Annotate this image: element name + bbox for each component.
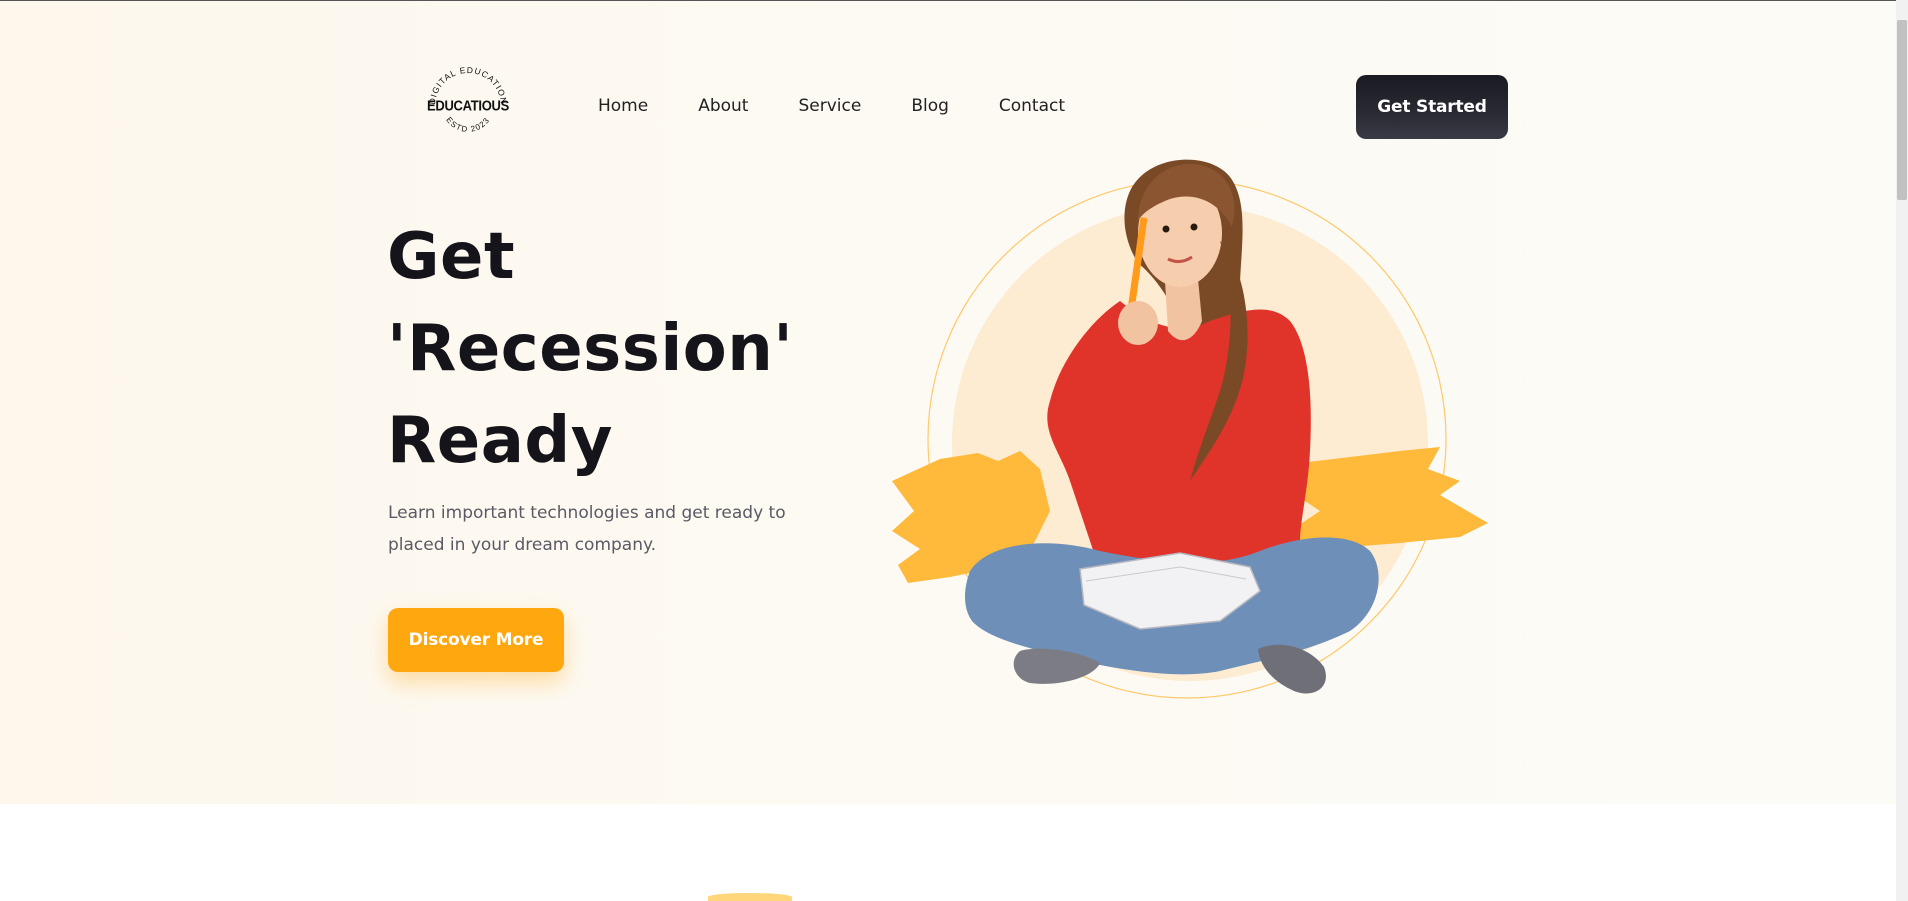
page-scrollbar[interactable] [1896,0,1908,901]
hero-headline-line-3: Ready [387,404,613,478]
scrollbar-thumb[interactable] [1897,20,1907,200]
logo-name: EDUCATIOUS [427,96,509,115]
hero-illustration-graphic [892,159,1488,699]
neck-shape [1165,279,1202,341]
left-eye-shape [1162,225,1170,233]
right-eye-shape [1190,223,1198,231]
hero-headline-line-2: 'Recession' [387,312,794,386]
student-with-notebook-illustration [880,151,1500,711]
nav-item-blog[interactable]: Blog [911,96,949,116]
logo-bottom-arc-text: ESTD 2023 [444,115,490,134]
hand-shape [1118,301,1158,345]
svg-text:ESTD 2023: ESTD 2023 [444,115,491,134]
hero-subtext: Learn important technologies and get rea… [388,503,786,555]
discover-more-button[interactable]: Discover More [388,608,564,672]
main-nav: Home About Service Blog Contact [598,96,1115,116]
get-started-button[interactable]: Get Started [1356,75,1508,139]
nav-item-service[interactable]: Service [798,96,861,116]
brush-stroke-right [1290,447,1488,551]
nav-item-contact[interactable]: Contact [999,96,1065,116]
site-logo[interactable]: DIGITAL EDUCATION ESTD 2023 EDUCATIOUS [423,61,513,151]
hero-headline-line-1: Get [387,220,516,294]
right-shoe-shape [1258,644,1326,694]
nav-item-about[interactable]: About [698,96,748,116]
nav-item-home[interactable]: Home [598,96,648,116]
hero-headline: Get 'Recession' Ready [387,211,847,487]
next-section-decoration-shape [708,893,792,901]
hero-section: DIGITAL EDUCATION ESTD 2023 EDUCATIOUS H… [0,1,1896,804]
